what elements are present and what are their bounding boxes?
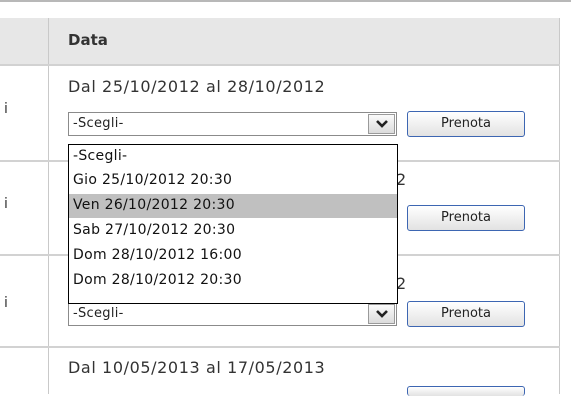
row-left-text: i bbox=[4, 101, 8, 117]
select-value: -Scegli- bbox=[73, 116, 124, 131]
date-range: Dal 25/10/2012 al 28/10/2012 bbox=[68, 77, 326, 96]
header-data-cell bbox=[49, 18, 559, 64]
dropdown-option[interactable]: -Scegli- bbox=[69, 145, 397, 169]
row-left-text: i bbox=[4, 196, 8, 212]
prenota-button[interactable]: Prenota bbox=[407, 301, 525, 327]
dropdown-option[interactable]: Dom 28/10/2012 20:30 bbox=[69, 269, 397, 293]
row-left-text: i bbox=[4, 295, 8, 311]
dropdown-option[interactable]: Dom 28/10/2012 16:00 bbox=[69, 244, 397, 268]
row-divider bbox=[0, 346, 560, 348]
date-select[interactable]: -Scegli- bbox=[68, 302, 397, 326]
column-divider bbox=[48, 18, 49, 394]
date-select[interactable]: -Scegli- bbox=[68, 112, 397, 136]
date-range: Dal 10/05/2013 al 17/05/2013 bbox=[68, 358, 326, 377]
dropdown-option[interactable]: Gio 25/10/2012 20:30 bbox=[69, 169, 397, 193]
row-divider bbox=[0, 64, 560, 66]
header-left-cell bbox=[0, 18, 48, 64]
prenota-button[interactable]: Prenota bbox=[407, 111, 525, 137]
chevron-down-icon[interactable] bbox=[368, 304, 395, 324]
prenota-button[interactable] bbox=[407, 386, 525, 396]
dropdown-option-highlighted[interactable]: Ven 26/10/2012 20:30 bbox=[69, 194, 397, 218]
date-dropdown-list[interactable]: -Scegli- Gio 25/10/2012 20:30 Ven 26/10/… bbox=[68, 144, 398, 304]
dropdown-option[interactable]: Sab 27/10/2012 20:30 bbox=[69, 219, 397, 243]
select-value: -Scegli- bbox=[73, 306, 124, 321]
prenota-button[interactable]: Prenota bbox=[407, 205, 525, 231]
column-header-data: Data bbox=[68, 31, 108, 49]
column-divider-right bbox=[559, 18, 560, 394]
chevron-down-icon[interactable] bbox=[368, 114, 395, 134]
